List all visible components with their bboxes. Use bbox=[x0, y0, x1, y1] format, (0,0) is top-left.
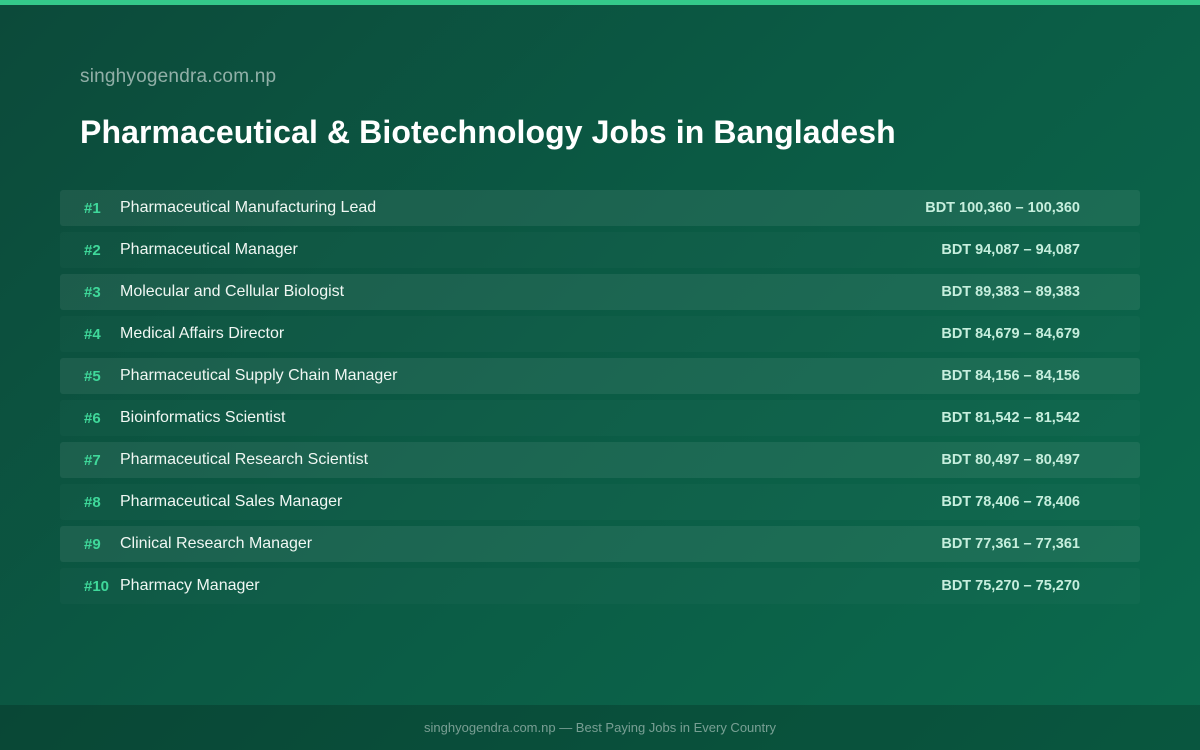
job-salary: BDT 75,270 – 75,270 bbox=[941, 578, 1080, 594]
job-title: Pharmaceutical Manager bbox=[120, 241, 298, 258]
top-accent-bar bbox=[0, 0, 1200, 5]
job-rank: #2 bbox=[84, 241, 101, 259]
job-row: #4 Medical Affairs Director BDT 84,679 –… bbox=[60, 316, 1140, 352]
job-title: Pharmaceutical Sales Manager bbox=[120, 493, 343, 510]
footer-bar: singhyogendra.com.np — Best Paying Jobs … bbox=[0, 705, 1200, 750]
job-rank: #6 bbox=[84, 409, 101, 427]
job-rank: #8 bbox=[84, 493, 101, 511]
job-row: #2 Pharmaceutical Manager BDT 94,087 – 9… bbox=[60, 232, 1140, 268]
job-salary: BDT 81,542 – 81,542 bbox=[941, 410, 1080, 426]
job-rank: #5 bbox=[84, 367, 101, 385]
job-salary: BDT 89,383 – 89,383 bbox=[941, 284, 1080, 300]
job-title: Bioinformatics Scientist bbox=[120, 409, 286, 426]
job-salary: BDT 80,497 – 80,497 bbox=[941, 452, 1080, 468]
site-name: singhyogendra.com.np bbox=[80, 66, 277, 87]
job-row: #6 Bioinformatics Scientist BDT 81,542 –… bbox=[60, 400, 1140, 436]
job-salary: BDT 84,679 – 84,679 bbox=[941, 326, 1080, 342]
job-row: #3 Molecular and Cellular Biologist BDT … bbox=[60, 274, 1140, 310]
job-rank: #4 bbox=[84, 325, 101, 343]
job-title: Pharmacy Manager bbox=[120, 577, 260, 594]
job-salary: BDT 94,087 – 94,087 bbox=[941, 242, 1080, 258]
page-title: Pharmaceutical & Biotechnology Jobs in B… bbox=[80, 114, 896, 150]
job-title: Pharmaceutical Research Scientist bbox=[120, 451, 369, 468]
job-rank: #1 bbox=[84, 199, 101, 217]
job-row: #8 Pharmaceutical Sales Manager BDT 78,4… bbox=[60, 484, 1140, 520]
job-rank: #7 bbox=[84, 451, 101, 469]
jobs-list: #1 Pharmaceutical Manufacturing Lead BDT… bbox=[60, 190, 1140, 610]
job-rank: #10 bbox=[84, 577, 110, 595]
job-salary: BDT 78,406 – 78,406 bbox=[941, 494, 1080, 510]
job-salary: BDT 100,360 – 100,360 bbox=[925, 200, 1080, 216]
job-title: Molecular and Cellular Biologist bbox=[120, 283, 345, 300]
job-rank: #3 bbox=[84, 283, 101, 301]
job-row: #5 Pharmaceutical Supply Chain Manager B… bbox=[60, 358, 1140, 394]
job-row: #9 Clinical Research Manager BDT 77,361 … bbox=[60, 526, 1140, 562]
job-salary: BDT 84,156 – 84,156 bbox=[941, 368, 1080, 384]
job-title: Medical Affairs Director bbox=[120, 325, 285, 342]
job-rank: #9 bbox=[84, 535, 101, 553]
job-row: #10 Pharmacy Manager BDT 75,270 – 75,270 bbox=[60, 568, 1140, 604]
job-title: Pharmaceutical Manufacturing Lead bbox=[120, 199, 377, 216]
job-salary: BDT 77,361 – 77,361 bbox=[941, 536, 1080, 552]
footer-text: singhyogendra.com.np — Best Paying Jobs … bbox=[424, 720, 776, 735]
job-title: Clinical Research Manager bbox=[120, 535, 313, 552]
job-row: #7 Pharmaceutical Research Scientist BDT… bbox=[60, 442, 1140, 478]
job-row: #1 Pharmaceutical Manufacturing Lead BDT… bbox=[60, 190, 1140, 226]
job-title: Pharmaceutical Supply Chain Manager bbox=[120, 367, 398, 384]
